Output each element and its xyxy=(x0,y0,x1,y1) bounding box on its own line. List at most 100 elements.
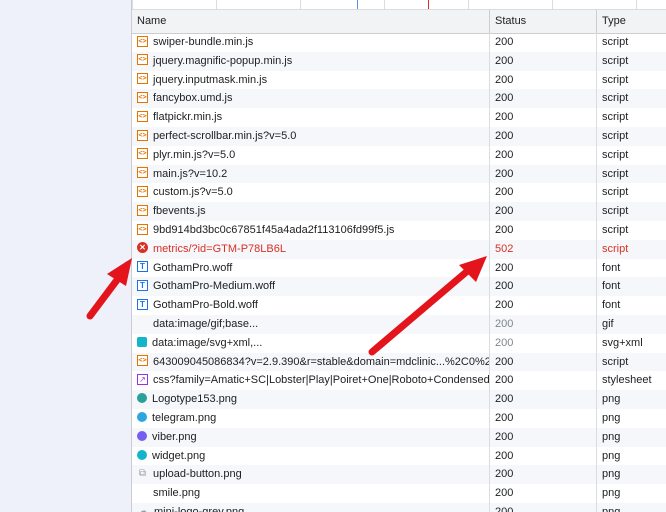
script-icon: <> xyxy=(137,148,148,160)
cloud-image-icon: ☁ xyxy=(138,505,148,512)
timeline-tick xyxy=(132,0,133,9)
timeline-tick xyxy=(552,0,553,9)
request-row[interactable]: <> 9bd914bd3bc0c67851f45a4ada2f113106fd99… xyxy=(132,220,666,240)
request-row[interactable]: T GothamPro.woff 200 font xyxy=(132,258,666,278)
request-row[interactable]: <> flatpickr.min.js 200 script xyxy=(132,108,666,127)
request-name: perfect-scrollbar.min.js?v=5.0 xyxy=(153,129,297,142)
request-row[interactable]: ✕ metrics/?id=GTM-P78LB6L 502 script xyxy=(132,239,666,259)
request-status: 200 xyxy=(490,484,597,503)
request-name: flatpickr.min.js xyxy=(153,111,223,124)
request-type: svg+xml xyxy=(602,336,643,349)
request-type: script xyxy=(602,167,629,180)
request-row[interactable]: <> plyr.min.js?v=5.0 200 script xyxy=(132,145,666,165)
request-name-cell: <> fancybox.umd.js xyxy=(132,89,490,109)
request-type: script xyxy=(602,111,629,124)
error-icon: ✕ xyxy=(137,242,148,254)
request-name-cell: <> plyr.min.js?v=5.0 xyxy=(132,145,490,165)
request-row[interactable]: T GothamPro-Medium.woff 200 font xyxy=(132,277,666,297)
request-status: 200 xyxy=(490,70,597,90)
request-status: 200 xyxy=(490,352,597,372)
request-name-cell: ⧉ upload-button.png xyxy=(132,465,490,485)
request-status: 200 xyxy=(490,33,597,52)
request-row[interactable]: data:image/gif;base... 200 gif xyxy=(132,314,666,334)
request-name: GothamPro-Bold.woff xyxy=(153,299,258,312)
request-status: 200 xyxy=(490,202,597,221)
request-row[interactable]: ↗ css?family=Amatic+SC|Lobster|Play|Poire… xyxy=(132,371,666,391)
request-name: 9bd914bd3bc0c67851f45a4ada2f113106fd99f5… xyxy=(153,223,395,236)
request-status: 200 xyxy=(490,502,597,512)
request-name-cell: Logotype153.png xyxy=(132,390,490,409)
request-row[interactable]: <> perfect-scrollbar.min.js?v=5.0 200 scrip… xyxy=(132,126,666,146)
request-name: jquery.magnific-popup.min.js xyxy=(153,54,293,67)
request-row[interactable]: <> custom.js?v=5.0 200 script xyxy=(132,183,666,203)
request-name: GothamPro.woff xyxy=(153,261,233,274)
request-status: 200 xyxy=(490,126,597,146)
request-status: 200 xyxy=(490,220,597,240)
column-header-type[interactable]: Type xyxy=(597,10,666,33)
script-icon: <> xyxy=(137,355,148,367)
script-icon: <> xyxy=(137,204,148,216)
request-row[interactable]: smile.png 200 png xyxy=(132,484,666,503)
request-status: 200 xyxy=(490,314,597,334)
request-status: 200 xyxy=(490,108,597,127)
request-type: font xyxy=(602,299,621,312)
timeline-tick xyxy=(636,0,637,9)
request-row[interactable]: telegram.png 200 png xyxy=(132,408,666,428)
request-row[interactable]: Logotype153.png 200 png xyxy=(132,390,666,409)
request-name: upload-button.png xyxy=(153,468,242,481)
logo-image-icon xyxy=(137,393,147,404)
request-name: viber.png xyxy=(152,430,197,443)
timeline-tick xyxy=(468,0,469,9)
request-name: data:image/gif;base... xyxy=(153,317,259,330)
request-name-cell: smile.png xyxy=(132,484,490,503)
request-name: smile.png xyxy=(153,487,201,500)
request-row[interactable]: data:image/svg+xml,... 200 svg+xml xyxy=(132,333,666,353)
request-row[interactable]: <> jquery.magnific-popup.min.js 200 script xyxy=(132,51,666,71)
blank-icon xyxy=(137,487,148,498)
blank-icon xyxy=(137,318,148,329)
request-row[interactable]: viber.png 200 png xyxy=(132,427,666,447)
request-name-cell: <> swiper-bundle.min.js xyxy=(132,33,490,52)
request-type: gif xyxy=(602,317,614,330)
request-name-cell: <> 9bd914bd3bc0c67851f45a4ada2f113106fd99… xyxy=(132,220,490,240)
request-name: data:image/svg+xml,... xyxy=(152,336,263,349)
request-type: script xyxy=(602,223,629,236)
request-type: script xyxy=(602,36,629,48)
request-row[interactable]: ☁ mini-logo-grey.png 200 png xyxy=(132,502,666,512)
request-type: font xyxy=(602,280,621,293)
timeline-tick xyxy=(300,0,301,9)
request-row[interactable]: widget.png 200 png xyxy=(132,446,666,466)
svg-image-icon xyxy=(137,336,147,347)
request-row[interactable]: <> fbevents.js 200 script xyxy=(132,202,666,221)
request-name-cell: <> main.js?v=10.2 xyxy=(132,164,490,184)
font-icon: T xyxy=(137,261,148,273)
timeline-tick xyxy=(216,0,217,9)
request-status: 200 xyxy=(490,333,597,353)
request-name: widget.png xyxy=(152,449,206,462)
request-row[interactable]: <> 643009045086834?v=2.9.390&r=stable&dom… xyxy=(132,352,666,372)
request-row[interactable]: <> fancybox.umd.js 200 script xyxy=(132,89,666,109)
timeline-tick xyxy=(384,0,385,9)
request-name-cell: viber.png xyxy=(132,427,490,447)
request-name: swiper-bundle.min.js xyxy=(153,36,254,48)
request-row[interactable]: ⧉ upload-button.png 200 png xyxy=(132,465,666,485)
column-header-status[interactable]: Status xyxy=(490,10,597,33)
request-name-cell: <> custom.js?v=5.0 xyxy=(132,183,490,203)
request-type: script xyxy=(602,92,629,105)
request-name: 643009045086834?v=2.9.390&r=stable&domai… xyxy=(153,355,490,368)
timeline-overview[interactable] xyxy=(132,0,666,10)
request-type: png xyxy=(602,505,621,512)
request-status: 200 xyxy=(490,296,597,315)
left-panel xyxy=(0,0,131,512)
request-name-cell: T GothamPro-Medium.woff xyxy=(132,277,490,297)
column-header-row: Name Status Type xyxy=(132,10,666,34)
request-row[interactable]: T GothamPro-Bold.woff 200 font xyxy=(132,296,666,315)
request-type: script xyxy=(602,148,629,161)
request-name-cell: telegram.png xyxy=(132,408,490,428)
request-row[interactable]: <> swiper-bundle.min.js 200 script xyxy=(132,33,666,52)
column-header-name[interactable]: Name xyxy=(132,10,490,33)
request-row[interactable]: <> main.js?v=10.2 200 script xyxy=(132,164,666,184)
script-icon: <> xyxy=(137,54,148,66)
request-status: 502 xyxy=(490,239,597,259)
request-row[interactable]: <> jquery.inputmask.min.js 200 script xyxy=(132,70,666,90)
